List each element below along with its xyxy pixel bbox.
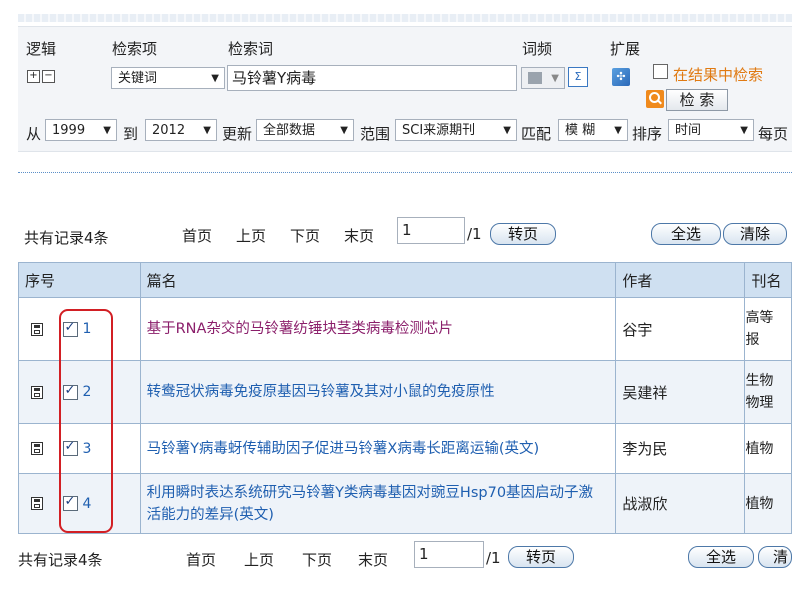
page-total: /1	[467, 225, 482, 243]
last-page-link[interactable]: 末页	[344, 225, 374, 246]
update-select[interactable]: 全部数据 ▼	[256, 119, 354, 141]
chevron-down-icon: ▼	[340, 125, 348, 136]
range-select[interactable]: SCI来源期刊 ▼	[395, 119, 517, 141]
table-row: 1 基于RNA杂交的马铃薯纺锤块茎类病毒检测芯片 谷宇 高等报	[18, 297, 792, 361]
save-icon[interactable]	[31, 322, 43, 336]
article-title-link[interactable]: 马铃薯Y病毒蚜传辅助因子促进马铃薯X病毒长距离运输(英文)	[141, 441, 540, 457]
page-number-input-bottom[interactable]: 1	[414, 541, 484, 568]
chevron-down-icon: ▼	[614, 125, 622, 136]
sort-select[interactable]: 时间 ▼	[668, 119, 754, 141]
expand-icon[interactable]: ✣	[612, 68, 630, 86]
prev-page-link[interactable]: 上页	[236, 225, 266, 246]
journal-link-line2[interactable]: 物理	[746, 395, 774, 411]
select-all-button-bottom[interactable]: 全选	[688, 546, 754, 568]
record-count: 共有记录4条	[24, 229, 109, 247]
first-page-link-bottom[interactable]: 首页	[186, 549, 216, 570]
update-value: 全部数据	[263, 123, 316, 138]
chevron-down-icon: ▼	[551, 73, 559, 84]
table-row: 3 马铃薯Y病毒蚜传辅助因子促进马铃薯X病毒长距离运输(英文) 李为民 植物	[18, 423, 792, 474]
freq-table-icon[interactable]: Σ	[568, 67, 588, 87]
match-select[interactable]: 模 糊 ▼	[558, 119, 628, 141]
header-logic: 逻辑	[26, 40, 57, 58]
field-select-value: 关键词	[118, 71, 158, 86]
author-link[interactable]: 战淑欣	[616, 495, 667, 513]
from-year-select[interactable]: 1999 ▼	[45, 119, 117, 141]
save-icon[interactable]	[31, 497, 43, 510]
search-term-input[interactable]: 马铃薯Y病毒	[227, 65, 517, 91]
page-total-bottom: /1	[486, 549, 501, 567]
top-decor-bar	[18, 14, 792, 22]
journal-link[interactable]: 植物	[746, 496, 774, 512]
add-row-icon[interactable]: +	[27, 70, 40, 83]
sort-value: 时间	[675, 123, 702, 138]
selection-highlight-outline	[59, 309, 113, 533]
go-page-button-bottom[interactable]: 转页	[508, 546, 574, 568]
article-title-link[interactable]: 利用瞬时表达系统研究马铃薯Y类病毒基因对豌豆Hsp70基因启动子激活能力的差异(…	[141, 482, 607, 526]
chevron-down-icon: ▼	[103, 125, 111, 136]
journal-link[interactable]: 生物	[746, 373, 774, 389]
table-header-row: 序号 篇名 作者 刊名	[18, 262, 792, 298]
first-page-link[interactable]: 首页	[182, 225, 212, 246]
record-count-bottom: 共有记录4条	[18, 551, 103, 569]
clear-button[interactable]: 清除	[723, 223, 787, 245]
prev-page-link-bottom[interactable]: 上页	[244, 549, 274, 570]
in-results-checkbox[interactable]	[653, 64, 668, 79]
chevron-down-icon: ▼	[211, 73, 219, 84]
header-freq: 词频	[522, 40, 553, 58]
table-row: 4 利用瞬时表达系统研究马铃薯Y类病毒基因对豌豆Hsp70基因启动子激活能力的差…	[18, 473, 792, 534]
header-expand: 扩展	[610, 40, 641, 58]
to-year-select[interactable]: 2012 ▼	[145, 119, 217, 141]
header-journal: 刊名	[744, 262, 792, 298]
author-link[interactable]: 李为民	[616, 440, 667, 458]
update-label: 更新	[222, 125, 253, 143]
journal-link[interactable]: 植物	[746, 441, 774, 457]
author-link[interactable]: 谷宇	[616, 321, 652, 339]
remove-row-icon[interactable]: −	[42, 70, 55, 83]
header-title: 篇名	[139, 262, 617, 298]
journal-link-line2[interactable]: 报	[746, 332, 760, 348]
range-value: SCI来源期刊	[402, 123, 476, 138]
clear-button-bottom[interactable]: 清	[758, 546, 792, 568]
search-button[interactable]: 检 索	[666, 89, 728, 111]
page-number-input[interactable]: 1	[397, 217, 465, 244]
article-title-link[interactable]: 转鸯冠状病毒免疫原基因马铃薯及其对小鼠的免疫原性	[141, 384, 495, 400]
chevron-down-icon: ▼	[740, 125, 748, 136]
header-field: 检索项	[112, 40, 158, 58]
next-page-link[interactable]: 下页	[290, 225, 320, 246]
field-select[interactable]: 关键词 ▼	[111, 67, 225, 89]
next-page-link-bottom[interactable]: 下页	[302, 549, 332, 570]
search-magnifier-icon	[646, 90, 664, 108]
go-page-button[interactable]: 转页	[490, 223, 556, 245]
freq-bar-icon	[528, 72, 542, 84]
header-term: 检索词	[228, 40, 274, 58]
from-label: 从	[26, 125, 42, 143]
sort-label: 排序	[632, 125, 663, 143]
divider	[18, 172, 792, 173]
header-index: 序号	[18, 262, 141, 298]
last-page-link-bottom[interactable]: 末页	[358, 549, 388, 570]
save-icon[interactable]	[31, 442, 43, 455]
header-author: 作者	[615, 262, 746, 298]
match-value: 模 糊	[565, 123, 596, 138]
to-year-value: 2012	[152, 123, 186, 138]
author-link[interactable]: 吴建祥	[616, 384, 667, 402]
select-all-button[interactable]: 全选	[651, 223, 721, 245]
results-table: 序号 篇名 作者 刊名 1 基于RNA杂交的马铃薯纺锤块茎类病毒检测芯片 谷宇 …	[18, 262, 792, 534]
freq-select[interactable]: ▼	[521, 67, 565, 89]
in-results-label: 在结果中检索	[673, 66, 764, 84]
chevron-down-icon: ▼	[203, 125, 211, 136]
from-year-value: 1999	[52, 123, 86, 138]
journal-link[interactable]: 高等	[746, 310, 774, 326]
match-label: 匹配	[521, 125, 552, 143]
article-title-link[interactable]: 基于RNA杂交的马铃薯纺锤块茎类病毒检测芯片	[141, 321, 453, 337]
chevron-down-icon: ▼	[503, 125, 511, 136]
per-page-label: 每页	[758, 125, 789, 143]
save-icon[interactable]	[31, 385, 43, 399]
table-row: 2 转鸯冠状病毒免疫原基因马铃薯及其对小鼠的免疫原性 吴建祥 生物物理	[18, 360, 792, 424]
to-label: 到	[123, 125, 139, 143]
range-label: 范围	[360, 125, 391, 143]
